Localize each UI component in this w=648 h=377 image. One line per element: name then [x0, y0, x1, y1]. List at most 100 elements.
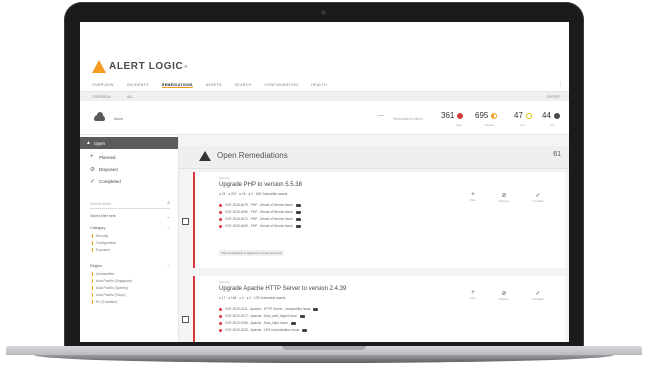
select-checkbox[interactable]	[182, 316, 189, 323]
nav-overview[interactable]: OVERVIEW	[92, 83, 114, 88]
check-icon: ✓	[90, 179, 96, 185]
vulnerability-line[interactable]: CVE-2019-0217 - Apache - Mod_auth_digest…	[219, 314, 306, 318]
low-value: 47	[514, 111, 523, 120]
high-severity-icon	[219, 224, 222, 228]
vulnerability-text: CVE-2016-4070 - PHP - Denial of Service …	[225, 203, 293, 207]
filter-option[interactable]: Asia Pacific (Singapore)	[92, 279, 132, 283]
category-title: Category	[90, 226, 106, 230]
card-meta: ● 17 · ● 148 · ● 4 · ● 0 · 178 Vulnerabl…	[219, 296, 286, 300]
complete-button[interactable]: ✓ Complete	[526, 290, 550, 301]
filter-option[interactable]: Security	[92, 234, 108, 238]
complete-button[interactable]: ✓ Complete	[526, 192, 550, 203]
plan-button[interactable]: + Plan	[461, 192, 485, 202]
sidebar-item-label: Completed	[99, 179, 121, 184]
plus-icon: +	[90, 154, 94, 160]
sidebar-item-open[interactable]: ▲ Open	[80, 137, 178, 149]
sidebar: ▲ Open + Planned ⊘ Disposed ✓ Completed …	[80, 135, 179, 342]
action-label: Complete	[532, 298, 544, 301]
plus-icon: +	[471, 192, 475, 198]
vulnerability-text: CVE-2019-0211 - Apache - HTTP Server - U…	[225, 307, 311, 311]
sidebar-item-planned[interactable]: + Planned	[90, 154, 116, 160]
base-notch	[282, 346, 366, 350]
filter-option[interactable]: Configuration	[92, 241, 116, 245]
filter-option[interactable]: Asia Pacific (Tokyo)	[92, 293, 126, 297]
section-header: Open Remediations 61	[179, 146, 569, 169]
region-title: Region	[90, 264, 103, 268]
vulnerability-line[interactable]: CVE-2016-4090 - PHP - Denial of Service …	[219, 210, 301, 214]
warning-icon: ▲	[86, 140, 91, 146]
high-severity-icon	[219, 203, 222, 207]
subbar-crumb-overview[interactable]: OVERVIEW	[92, 95, 111, 99]
count-badge	[295, 203, 301, 207]
remediation-card[interactable]: Security Upgrade PHP to version 5.5.38 ●…	[182, 172, 565, 268]
high-severity-icon	[219, 314, 222, 318]
dispose-button[interactable]: ⊘ Dispose	[492, 290, 516, 301]
plan-button[interactable]: + Plan	[461, 290, 485, 300]
high-severity-icon	[219, 210, 222, 214]
filter-summary: Remediations filters	[393, 117, 423, 121]
low-label: Low	[520, 123, 526, 127]
subbar-crumb-all[interactable]: ALL	[127, 95, 133, 99]
high-count[interactable]: 361	[441, 111, 464, 120]
remediation-card[interactable]: Security Upgrade Apache HTTP Server to v…	[182, 276, 565, 342]
region-filter-header[interactable]: Region ⌃	[90, 264, 170, 269]
filter-option[interactable]: Exposure	[92, 248, 110, 252]
info-label: Info	[550, 123, 555, 127]
sidebar-item-completed[interactable]: ✓ Completed	[90, 178, 121, 185]
high-value: 361	[441, 111, 455, 120]
action-label: Complete	[532, 200, 544, 203]
card-note: This remediation is applied to 2 planned…	[219, 250, 285, 256]
low-count[interactable]: 47	[514, 111, 532, 120]
alert-logic-logo[interactable]: ALERT LOGIC ®	[92, 60, 187, 73]
saved-filters-select[interactable]: Saved filter sets ⌄	[90, 214, 170, 219]
medium-count[interactable]: 695	[475, 111, 498, 120]
chevron-down-icon: ⌄	[166, 214, 170, 219]
high-severity-icon	[219, 328, 222, 332]
collapse-icon[interactable]: —	[378, 113, 384, 119]
card-title[interactable]: Upgrade Apache HTTP Server to version 2.…	[219, 286, 346, 292]
remediation-count: 61	[553, 151, 561, 158]
nav-incidents[interactable]: INCIDENTS	[127, 83, 149, 88]
more-menu-icon[interactable]: ⋮	[558, 82, 563, 88]
filter-option[interactable]: EU (Frankfurt)	[92, 300, 117, 304]
app-header: ALERT LOGIC ® OVERVIEW INCIDENTS REMEDIA…	[80, 22, 569, 90]
base-bottom	[34, 355, 614, 363]
page-title: Open Remediations	[217, 151, 288, 160]
card-meta: ● 24 · ● 207 · ● 16 · ● 0 · 499 Vulnerab…	[219, 192, 288, 196]
select-checkbox[interactable]	[182, 218, 189, 225]
vulnerability-line[interactable]: CVE-2019-0211 - Apache - HTTP Server - U…	[219, 307, 319, 311]
sidebar-item-label: Planned	[99, 154, 116, 160]
chevron-up-icon: ⌃	[166, 264, 170, 269]
card-title[interactable]: Upgrade PHP to version 5.5.38	[219, 182, 302, 188]
count-badge	[300, 314, 306, 318]
card-category: Security	[219, 176, 230, 180]
sidebar-item-disposed[interactable]: ⊘ Disposed	[90, 166, 118, 173]
count-badge	[295, 210, 301, 214]
vulnerability-line[interactable]: CVE-2016-4071 - PHP - Denial of Service …	[219, 217, 301, 221]
filter-option[interactable]: Asia Pacific (Sydney)	[92, 286, 128, 290]
search-icon[interactable]: ⌕	[167, 200, 170, 206]
dispose-button[interactable]: ⊘ Dispose	[492, 192, 516, 203]
nav-health[interactable]: HEALTH	[311, 83, 327, 88]
account-name[interactable]: Acme	[114, 117, 123, 121]
action-label: Plan	[470, 199, 476, 202]
high-severity-icon	[219, 307, 222, 311]
sub-toolbar: OVERVIEW ALL EXPORT	[80, 91, 569, 101]
nav-assets[interactable]: ASSETS	[206, 83, 222, 88]
count-badge	[295, 217, 301, 221]
vulnerability-line[interactable]: CVE-2019-0220 - Apache - URL Normalizati…	[219, 328, 308, 332]
info-count[interactable]: 44	[542, 111, 560, 120]
filter-search-input[interactable]: Search filters ⌕	[90, 200, 170, 209]
nav-search[interactable]: SEARCH	[235, 83, 252, 88]
vulnerability-line[interactable]: CVE-2019-0196 - Apache - Mod_http2 Issue	[219, 321, 296, 325]
export-link[interactable]: EXPORT	[547, 95, 561, 99]
nav-configuration[interactable]: CONFIGURATION	[264, 83, 298, 88]
category-filter-header[interactable]: Category ⌃	[90, 226, 170, 231]
vulnerability-line[interactable]: CVE-2016-4070 - PHP - Denial of Service …	[219, 203, 301, 207]
nav-remediations[interactable]: REMEDIATIONS	[161, 83, 193, 88]
filter-option[interactable]: Unclassified	[92, 272, 114, 276]
count-badge	[295, 224, 301, 228]
screen: ALERT LOGIC ® OVERVIEW INCIDENTS REMEDIA…	[80, 22, 569, 342]
vulnerability-line[interactable]: CVE-2016-4600 - PHP - Denial of Service …	[219, 224, 301, 228]
chevron-up-icon: ⌃	[166, 226, 170, 231]
